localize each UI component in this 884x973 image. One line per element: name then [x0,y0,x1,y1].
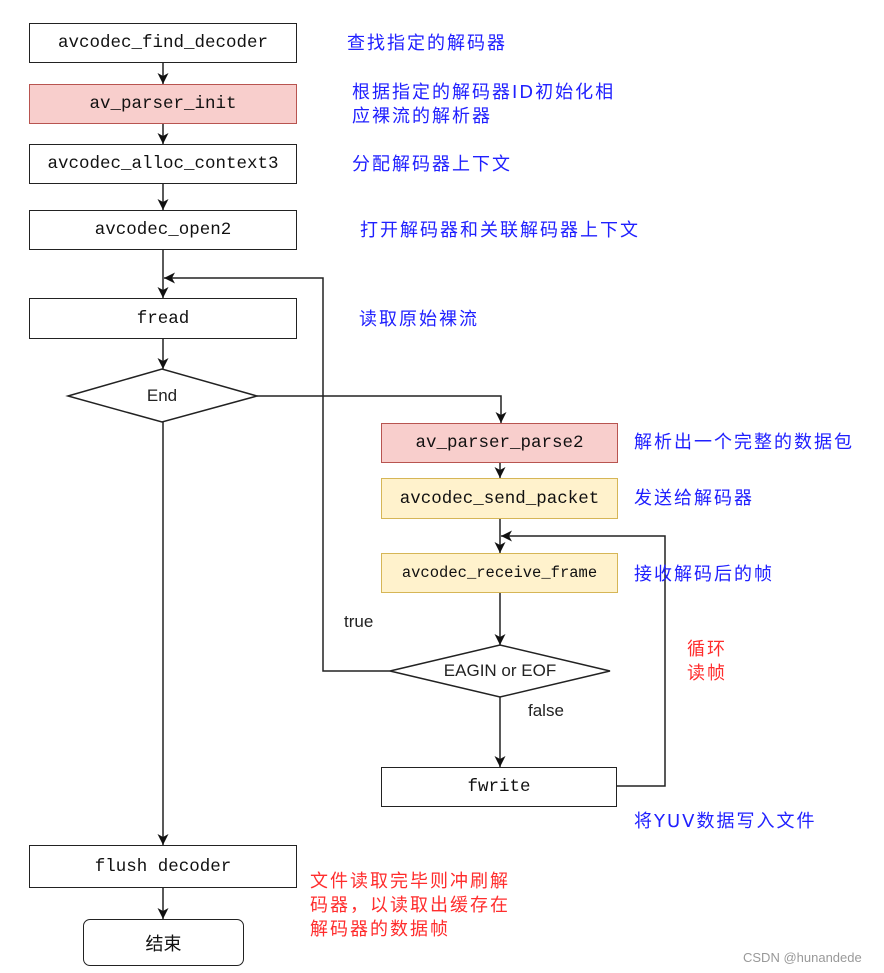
node-label: av_parser_init [89,94,237,114]
node-parser-init: av_parser_init [29,84,297,124]
note-line: 打开解码器和关联解码器上下文 [360,220,640,241]
note-line: 应裸流的解析器 [352,106,492,127]
note-line: 读取原始裸流 [359,309,479,330]
note-line: 发送给解码器 [634,488,754,509]
node-fread: fread [29,298,297,339]
note-line: 查找指定的解码器 [347,33,507,54]
edge-end-to-parser-parse [257,395,507,423]
note-send-packet: 发送给解码器 [634,487,754,511]
note-open: 打开解码器和关联解码器上下文 [360,219,640,243]
node-label: avcodec_alloc_context3 [47,154,279,174]
note-parser-parse: 解析出一个完整的数据包 [634,431,854,455]
watermark: CSDN @hunandede [743,950,862,965]
node-fwrite: fwrite [381,767,617,807]
node-label: avcodec_receive_frame [401,564,598,582]
note-line: 循环 [687,639,727,660]
eagain-decision-label: EAGIN or EOF [443,661,557,680]
note-line: 接收解码后的帧 [634,564,774,585]
node-label: flush decoder [94,856,232,877]
node-flush-decoder: flush decoder [29,845,297,888]
node-alloc-context: avcodec_alloc_context3 [29,144,297,184]
note-line: 根据指定的解码器ID初始化相 [352,82,616,103]
note-fwrite: 将YUV数据写入文件 [634,810,816,834]
note-alloc-context: 分配解码器上下文 [352,153,512,177]
node-label: fread [136,308,190,329]
note-line: 分配解码器上下文 [352,154,512,175]
note-loop-read-frame: 循环 读帧 [687,638,727,686]
note-parser-init: 根据指定的解码器ID初始化相 应裸流的解析器 [352,81,615,129]
node-open: avcodec_open2 [29,210,297,250]
note-flush: 文件读取完毕则冲刷解 码器，以读取出缓存在 解码器的数据帧 [310,870,510,942]
node-parser-parse: av_parser_parse2 [381,423,618,463]
note-line: 码器，以读取出缓存在 [310,895,510,916]
edge-label-true: true [344,612,374,631]
note-line: 将YUV数据写入文件 [634,811,817,832]
note-find-decoder: 查找指定的解码器 [347,32,507,56]
node-send-packet: avcodec_send_packet [381,478,618,519]
end-decision-label: End [146,386,178,405]
note-receive-frame: 接收解码后的帧 [634,563,774,587]
edge-label-false: false [528,701,564,720]
node-label: avcodec_open2 [94,220,232,240]
node-terminate: 结束 [83,919,244,966]
note-fread: 读取原始裸流 [359,308,479,332]
note-line: 读帧 [687,663,727,684]
note-line: 文件读取完毕则冲刷解 [310,871,510,892]
node-label: avcodec_send_packet [399,488,600,509]
note-line: 解析出一个完整的数据包 [634,432,854,453]
node-label: av_parser_parse2 [415,433,584,453]
flowchart-canvas: avcodec_find_decoder av_parser_init avco… [0,0,884,973]
node-label: 结束 [145,933,182,955]
node-receive-frame: avcodec_receive_frame [381,553,618,593]
node-label: avcodec_find_decoder [57,33,269,53]
node-label: fwrite [467,777,531,797]
node-find-decoder: avcodec_find_decoder [29,23,297,63]
note-line: 解码器的数据帧 [310,919,450,940]
